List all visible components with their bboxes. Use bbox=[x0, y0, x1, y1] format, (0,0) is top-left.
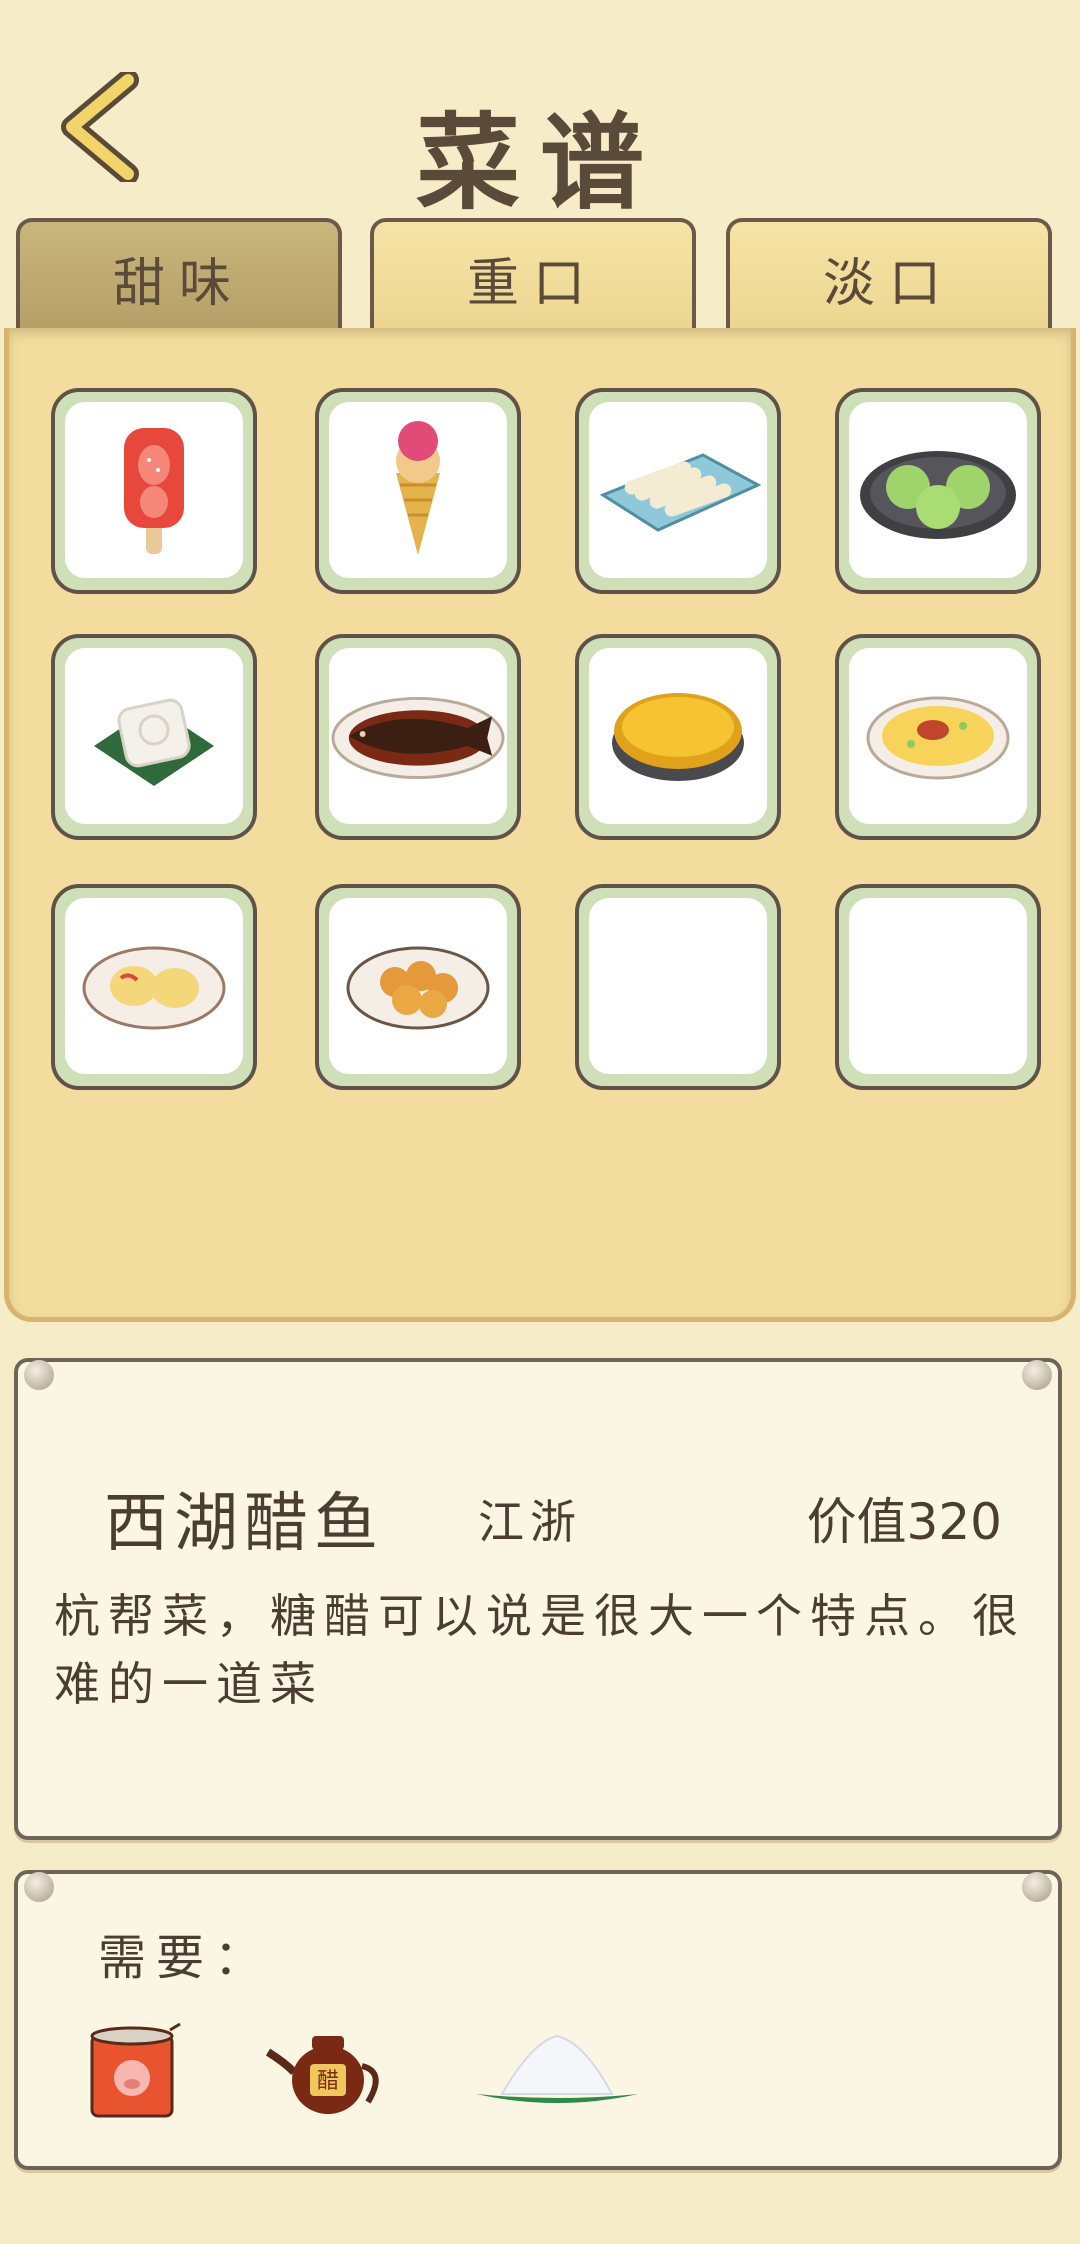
recipe-panel bbox=[4, 328, 1076, 1322]
pin-icon bbox=[24, 1872, 54, 1902]
recipe-slot[interactable] bbox=[575, 634, 781, 840]
page-title: 菜谱 bbox=[415, 102, 664, 224]
green-rice-balls-icon bbox=[860, 451, 1016, 539]
ice-cream-cone-icon bbox=[396, 421, 440, 555]
tab-heavy[interactable]: 重口 bbox=[370, 218, 696, 328]
egg-tart-icon bbox=[612, 693, 744, 781]
ingredient-sugar bbox=[472, 2022, 652, 2132]
recipe-slot-empty[interactable] bbox=[835, 884, 1041, 1090]
tab-label: 甜味 bbox=[112, 253, 245, 314]
pin-icon bbox=[1022, 1872, 1052, 1902]
tab-sweet[interactable]: 甜味 bbox=[16, 218, 342, 328]
recipe-slot[interactable] bbox=[315, 884, 521, 1090]
pin-icon bbox=[24, 1360, 54, 1390]
ingredient-canned-pork bbox=[78, 2022, 228, 2132]
dish-detail-card: 西湖醋鱼 江浙 价值320 杭帮菜，糖醋可以说是很大一个特点。很难的一道菜 bbox=[14, 1358, 1062, 1840]
fried-egg-dish-icon bbox=[866, 696, 1010, 780]
osmanthus-cake-icon bbox=[94, 698, 214, 786]
vinegar-label: 醋 bbox=[317, 2069, 339, 2094]
strawberry-popsicle-icon bbox=[124, 428, 184, 554]
recipe-slot[interactable] bbox=[835, 388, 1041, 594]
requirements-card: 需要： 醋 bbox=[14, 1870, 1062, 2170]
tab-label: 重口 bbox=[466, 253, 599, 314]
recipe-slot-empty[interactable] bbox=[575, 884, 781, 1090]
recipe-slot[interactable] bbox=[575, 388, 781, 594]
requirements-label: 需要： bbox=[98, 1930, 273, 1986]
rice-rolls-platter-icon bbox=[599, 453, 762, 532]
recipe-slot[interactable] bbox=[835, 634, 1041, 840]
pastry-plate-icon bbox=[82, 946, 226, 1030]
recipe-slot[interactable] bbox=[315, 388, 521, 594]
recipe-slot[interactable] bbox=[51, 634, 257, 840]
recipe-grid bbox=[9, 328, 1080, 1322]
sweet-buns-plate-icon bbox=[346, 946, 490, 1030]
vinegar-teapot-icon: 醋 bbox=[265, 2036, 379, 2114]
recipe-slot[interactable] bbox=[51, 884, 257, 1090]
dish-name: 西湖醋鱼 bbox=[104, 1487, 384, 1561]
recipe-slot[interactable] bbox=[51, 388, 257, 594]
dish-value: 价值320 bbox=[806, 1493, 1002, 1551]
recipe-slot[interactable] bbox=[315, 634, 521, 840]
canned-pork-icon bbox=[90, 2022, 181, 2118]
tab-label: 淡口 bbox=[822, 253, 955, 314]
sugar-pile-icon bbox=[476, 2034, 638, 2103]
west-lake-fish-icon bbox=[331, 696, 505, 780]
tab-light[interactable]: 淡口 bbox=[726, 218, 1052, 328]
dish-region: 江浙 bbox=[478, 1495, 582, 1549]
pin-icon bbox=[1022, 1360, 1052, 1390]
ingredient-vinegar: 醋 bbox=[264, 2022, 414, 2132]
dish-description: 杭帮菜，糖醋可以说是很大一个特点。很难的一道菜 bbox=[54, 1589, 1026, 1711]
